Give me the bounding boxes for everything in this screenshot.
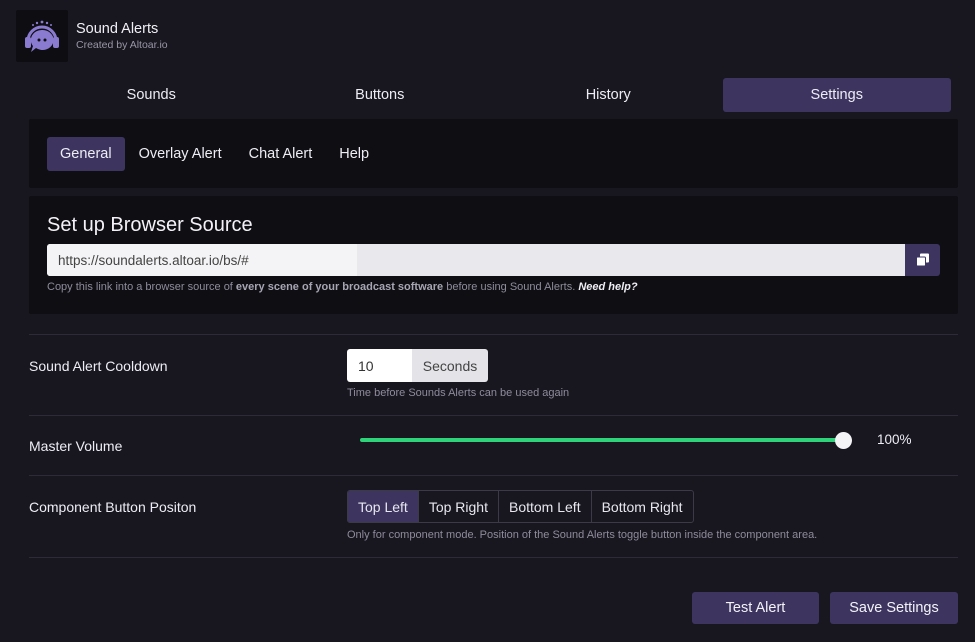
divider [29, 334, 958, 335]
volume-value: 100% [877, 432, 912, 447]
tab-history[interactable]: History [494, 78, 723, 112]
subtab-help[interactable]: Help [326, 137, 382, 171]
save-settings-button[interactable]: Save Settings [830, 592, 958, 624]
subtab-chat-alert[interactable]: Chat Alert [236, 137, 326, 171]
main-tabs: Sounds Buttons History Settings [37, 78, 951, 112]
button-position-label: Component Button Positon [29, 499, 197, 515]
cooldown-label: Sound Alert Cooldown [29, 358, 168, 374]
button-position-group: Top Left Top Right Bottom Left Bottom Ri… [347, 490, 694, 523]
app-logo [16, 10, 68, 62]
position-bottom-left[interactable]: Bottom Left [497, 491, 591, 522]
app-header: Sound Alerts Created by Altoar.io [16, 10, 168, 62]
cooldown-hint: Time before Sounds Alerts can be used ag… [347, 387, 570, 399]
copy-url-button[interactable] [905, 244, 940, 276]
browser-source-url: https://soundalerts.altoar.io/bs/# [58, 252, 249, 268]
divider [29, 475, 958, 476]
volume-slider-track[interactable] [360, 438, 844, 442]
browser-source-title: Set up Browser Source [47, 214, 253, 236]
divider [29, 415, 958, 416]
tab-buttons[interactable]: Buttons [266, 78, 495, 112]
tab-settings[interactable]: Settings [722, 78, 951, 112]
settings-subnav: General Overlay Alert Chat Alert Help [29, 119, 958, 188]
app-subtitle: Created by Altoar.io [76, 39, 168, 51]
cooldown-unit: Seconds [412, 349, 488, 382]
need-help-link[interactable]: Need help? [578, 281, 637, 293]
master-volume-label: Master Volume [29, 438, 123, 454]
volume-slider-thumb[interactable] [835, 432, 852, 449]
app-title: Sound Alerts [76, 21, 159, 37]
cooldown-input[interactable]: 10 [347, 349, 412, 382]
browser-source-hint: Copy this link into a browser source of … [47, 281, 638, 293]
speech-bubble-headset-icon [25, 20, 59, 52]
tab-sounds[interactable]: Sounds [37, 78, 266, 112]
divider [29, 557, 958, 558]
subtab-overlay-alert[interactable]: Overlay Alert [126, 137, 235, 171]
subtab-general[interactable]: General [47, 136, 125, 171]
browser-source-url-field[interactable]: https://soundalerts.altoar.io/bs/# [47, 244, 905, 276]
browser-source-card: Set up Browser Source https://soundalert… [29, 196, 958, 314]
position-bottom-right[interactable]: Bottom Right [590, 491, 693, 522]
position-top-right[interactable]: Top Right [417, 491, 498, 522]
button-position-hint: Only for component mode. Position of the… [347, 529, 818, 541]
position-top-left[interactable]: Top Left [348, 491, 418, 522]
test-alert-button[interactable]: Test Alert [692, 592, 819, 624]
copy-icon [915, 253, 929, 267]
